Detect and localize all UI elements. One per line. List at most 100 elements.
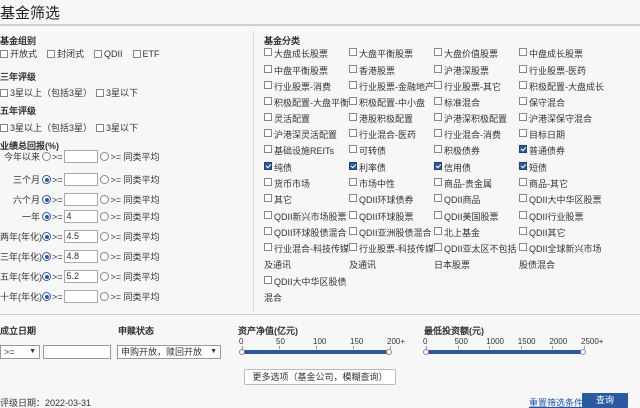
checkbox[interactable]: [349, 145, 357, 153]
category-option[interactable]: 行业股票-其它: [434, 80, 501, 93]
category-option[interactable]: 中盘成长股票: [519, 47, 583, 60]
checkbox[interactable]: [264, 194, 272, 202]
category-option[interactable]: QDII亚洲股债混合: [349, 226, 432, 239]
performance-value-input[interactable]: [63, 290, 98, 303]
category-option[interactable]: 货币市场: [264, 177, 310, 190]
checkbox[interactable]: [434, 211, 442, 219]
checkbox[interactable]: [434, 162, 442, 170]
category-option[interactable]: QDII大中华区股债: [264, 275, 347, 288]
checkbox[interactable]: [434, 48, 442, 56]
checkbox[interactable]: [264, 145, 272, 153]
category-option[interactable]: 信用债: [434, 161, 471, 174]
checkbox[interactable]: [264, 162, 272, 170]
checkbox[interactable]: [264, 227, 272, 235]
nav-slider-handle-max[interactable]: [386, 349, 392, 355]
performance-ge-radio[interactable]: [42, 232, 51, 241]
category-option[interactable]: 沪港深积极配置: [434, 112, 507, 125]
fund-group-open[interactable]: 开放式: [0, 47, 37, 60]
category-option[interactable]: 行业股票-科技传媒: [349, 242, 434, 255]
performance-ge-radio[interactable]: [42, 212, 51, 221]
checkbox[interactable]: [519, 65, 527, 73]
category-option[interactable]: 普通债券: [519, 144, 565, 157]
category-option[interactable]: QDII环球股票: [349, 210, 414, 223]
performance-ge-radio[interactable]: [42, 272, 51, 281]
category-option[interactable]: 积极配置-大盘平衡: [264, 96, 349, 109]
performance-avg-radio[interactable]: [99, 175, 109, 184]
category-option[interactable]: 沪港深股票: [434, 64, 489, 77]
min-invest-slider-track[interactable]: [426, 350, 584, 354]
checkbox[interactable]: [47, 49, 56, 58]
checkbox[interactable]: [349, 227, 357, 235]
category-option[interactable]: 沪港深保守混合: [519, 112, 592, 125]
checkbox[interactable]: [434, 97, 442, 105]
fund-group-closed[interactable]: 封闭式: [47, 47, 84, 60]
checkbox[interactable]: [519, 162, 527, 170]
checkbox[interactable]: [349, 211, 357, 219]
inception-op-select[interactable]: >= ▼: [0, 345, 40, 359]
checkbox[interactable]: [519, 211, 527, 219]
performance-ge-radio[interactable]: [42, 292, 51, 301]
category-option[interactable]: 北上基金: [434, 226, 480, 239]
rating3-below[interactable]: 3星以下: [96, 86, 138, 99]
checkbox[interactable]: [349, 97, 357, 105]
category-option[interactable]: 行业股票-消费: [264, 80, 331, 93]
checkbox[interactable]: [264, 243, 272, 251]
checkbox[interactable]: [349, 178, 357, 186]
checkbox[interactable]: [434, 178, 442, 186]
checkbox[interactable]: [434, 129, 442, 137]
checkbox[interactable]: [519, 178, 527, 186]
category-option[interactable]: 积极配置-中小盘: [349, 96, 425, 109]
checkbox[interactable]: [519, 113, 527, 121]
performance-value-input[interactable]: [63, 173, 98, 186]
category-option[interactable]: 基础设施REITs: [264, 144, 334, 157]
checkbox[interactable]: [434, 81, 442, 89]
checkbox[interactable]: [519, 194, 527, 202]
min-invest-slider-handle-min[interactable]: [423, 349, 429, 355]
category-option[interactable]: 大盘成长股票: [264, 47, 328, 60]
checkbox[interactable]: [519, 97, 527, 105]
checkbox[interactable]: [349, 243, 357, 251]
category-option[interactable]: 大盘平衡股票: [349, 47, 413, 60]
category-option[interactable]: QDII其它: [519, 226, 566, 239]
checkbox[interactable]: [264, 211, 272, 219]
checkbox[interactable]: [132, 49, 141, 58]
checkbox[interactable]: [349, 81, 357, 89]
checkbox[interactable]: [0, 88, 8, 97]
category-option[interactable]: 行业混合-医药: [349, 128, 416, 141]
performance-value-input[interactable]: 4.8: [63, 250, 98, 263]
inception-date-input[interactable]: [43, 345, 111, 359]
checkbox[interactable]: [519, 227, 527, 235]
category-option[interactable]: 目标日期: [519, 128, 565, 141]
category-option[interactable]: 行业混合-消费: [434, 128, 501, 141]
category-option[interactable]: QDII环球股债混合: [264, 226, 347, 239]
category-option[interactable]: 商品-贵金属: [434, 177, 492, 190]
checkbox[interactable]: [349, 48, 357, 56]
category-option[interactable]: QDII亚太区不包括: [434, 242, 517, 255]
performance-ge-radio[interactable]: [42, 195, 51, 204]
checkbox[interactable]: [434, 227, 442, 235]
checkbox[interactable]: [434, 113, 442, 121]
performance-value-input[interactable]: 5.2: [63, 270, 98, 283]
checkbox[interactable]: [349, 65, 357, 73]
category-option[interactable]: 市场中性: [349, 177, 395, 190]
subscription-select[interactable]: 申购开放，赎回开放 ▼: [117, 345, 221, 359]
query-button[interactable]: 查询: [582, 393, 628, 408]
category-option[interactable]: QDII商品: [434, 193, 481, 206]
category-option[interactable]: 港股积极配置: [349, 112, 413, 125]
category-option[interactable]: QDII全球新兴市场: [519, 242, 602, 255]
checkbox[interactable]: [96, 88, 105, 97]
checkbox[interactable]: [519, 48, 527, 56]
checkbox[interactable]: [264, 65, 272, 73]
checkbox[interactable]: [519, 129, 527, 137]
more-options-button[interactable]: 更多选项（基金公司，模糊查询）: [244, 369, 396, 385]
performance-value-input[interactable]: 4: [63, 210, 98, 223]
checkbox[interactable]: [434, 65, 442, 73]
rating5-above[interactable]: 3星以上（包括3星）: [0, 121, 92, 134]
checkbox[interactable]: [349, 113, 357, 121]
performance-avg-radio[interactable]: [99, 232, 109, 241]
performance-ge-radio[interactable]: [42, 252, 51, 261]
checkbox[interactable]: [434, 243, 442, 251]
performance-avg-radio[interactable]: [99, 272, 109, 281]
checkbox[interactable]: [519, 81, 527, 89]
category-option[interactable]: 中盘平衡股票: [264, 64, 328, 77]
